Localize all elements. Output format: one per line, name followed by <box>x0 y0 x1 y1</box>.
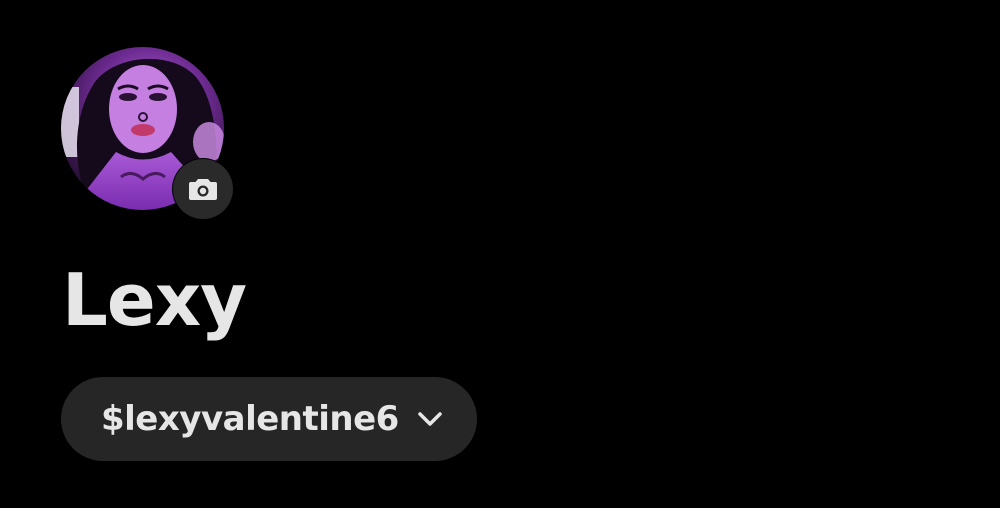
camera-icon <box>189 179 217 200</box>
cashtag-label: $lexyvalentine6 <box>101 399 399 439</box>
cashtag-button[interactable]: $lexyvalentine6 <box>61 377 477 461</box>
chevron-down-icon <box>417 411 443 427</box>
avatar-container <box>61 47 234 220</box>
camera-button-surface[interactable] <box>173 159 233 219</box>
display-name: Lexy <box>62 258 247 342</box>
change-photo-button[interactable] <box>172 158 234 220</box>
profile-header: Lexy $lexyvalentine6 <box>0 0 1000 508</box>
